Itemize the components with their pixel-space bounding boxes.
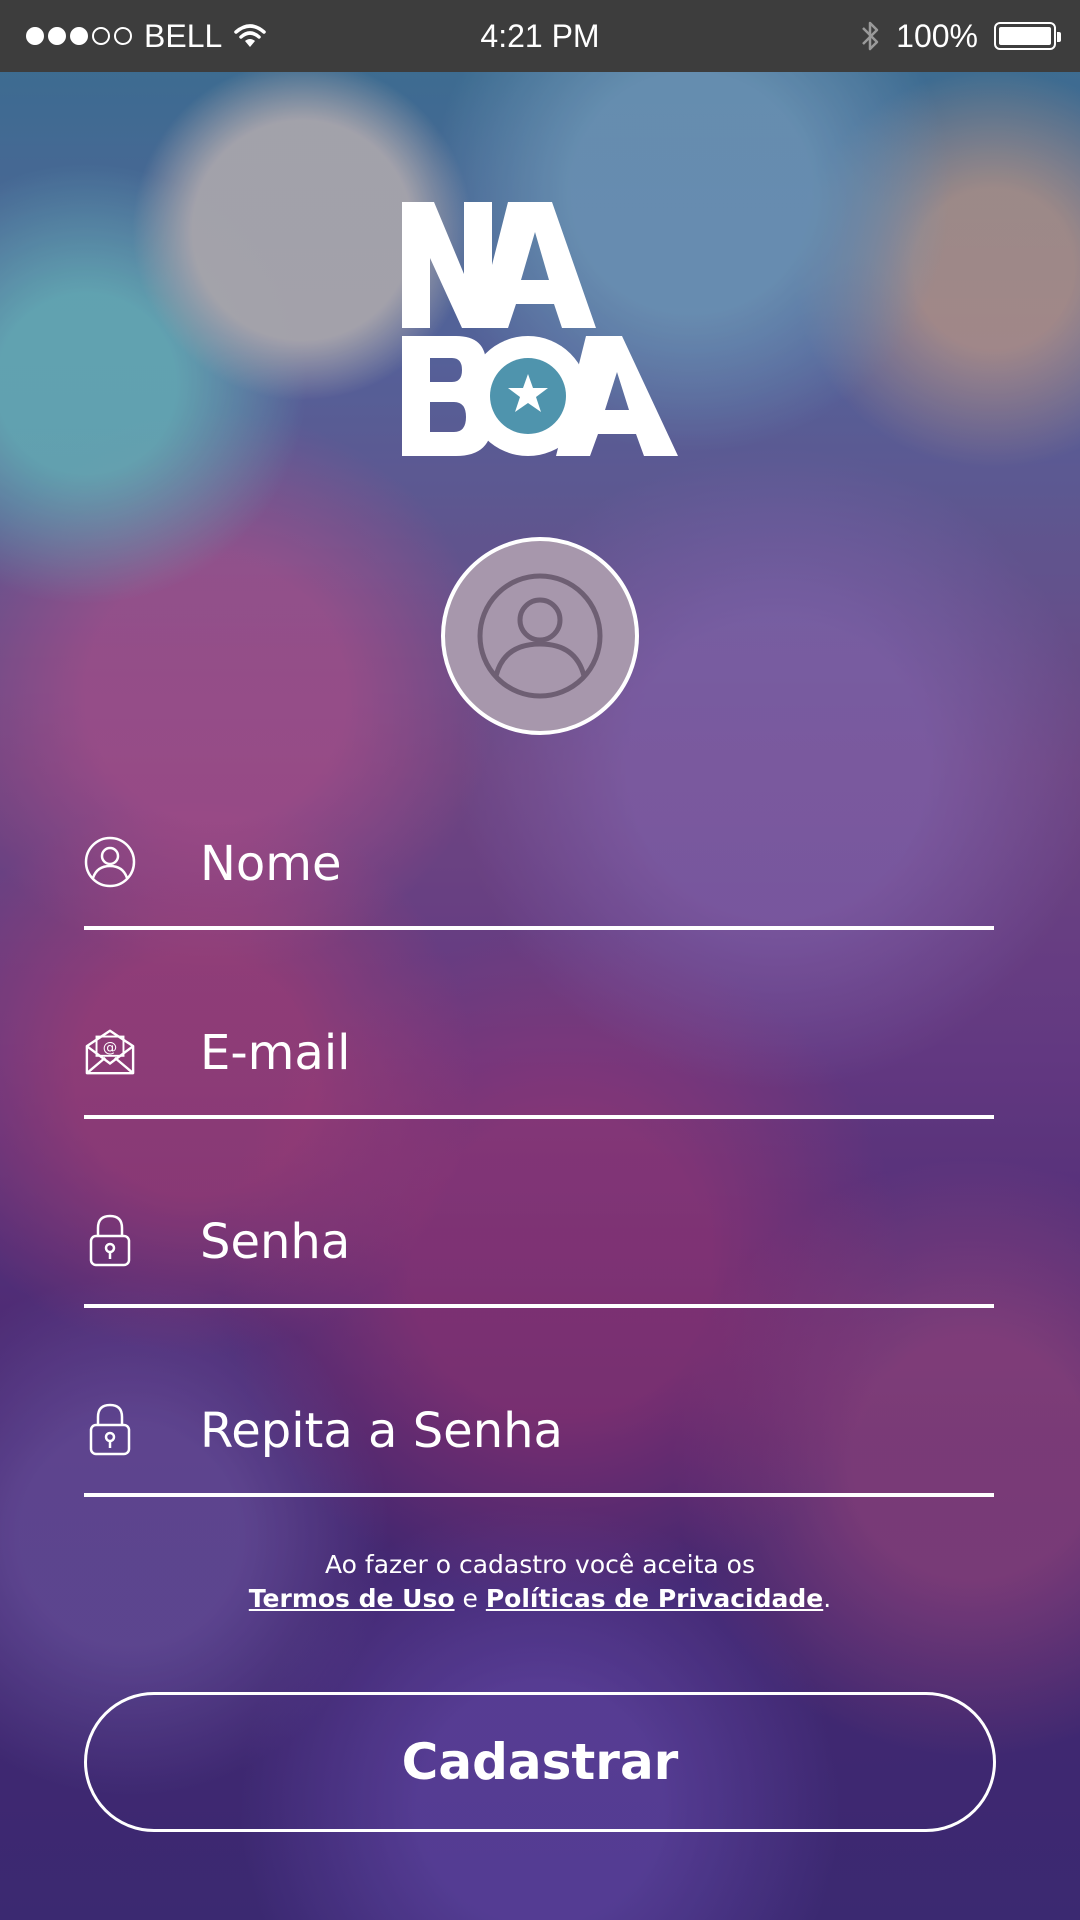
repeat-password-input[interactable]	[200, 1395, 980, 1467]
padlock-icon	[84, 1401, 136, 1457]
user-circle-icon	[477, 573, 603, 699]
email-input[interactable]	[200, 1017, 980, 1089]
battery-icon	[994, 22, 1061, 50]
email-field[interactable]: @	[84, 1009, 994, 1119]
terms-period: .	[823, 1584, 832, 1613]
password-input[interactable]	[200, 1206, 980, 1278]
register-button[interactable]: Cadastrar	[84, 1692, 996, 1832]
user-circle-icon	[84, 834, 136, 890]
carrier-label: BELL	[144, 17, 223, 54]
padlock-icon	[84, 1212, 136, 1268]
repeat-password-field[interactable]	[84, 1387, 994, 1497]
privacy-policy-link[interactable]: Políticas de Privacidade	[486, 1584, 823, 1613]
envelope-at-icon: @	[84, 1023, 136, 1079]
terms-of-use-link[interactable]: Termos de Uso	[249, 1584, 455, 1613]
terms-links-line: Termos de Uso e Políticas de Privacidade…	[60, 1582, 1020, 1616]
wifi-icon	[234, 24, 267, 47]
bluetooth-icon	[862, 21, 879, 51]
password-field[interactable]	[84, 1198, 994, 1308]
status-left: BELL	[26, 17, 267, 55]
svg-text:@: @	[103, 1040, 117, 1056]
battery-percentage: 100%	[896, 17, 978, 54]
signal-strength-icon	[26, 27, 132, 45]
terms-intro: Ao fazer o cadastro você aceita os	[325, 1550, 755, 1579]
profile-photo-picker[interactable]	[441, 537, 639, 735]
name-input[interactable]	[200, 828, 980, 900]
status-right: 100%	[860, 17, 1061, 55]
terms-conjunction: e	[462, 1584, 478, 1613]
naboa-logo: NA	[402, 202, 678, 456]
name-field[interactable]	[84, 820, 994, 930]
status-bar: BELL 4:21 PM 100%	[0, 0, 1080, 72]
terms-notice: Ao fazer o cadastro você aceita os Termo…	[60, 1548, 1020, 1616]
